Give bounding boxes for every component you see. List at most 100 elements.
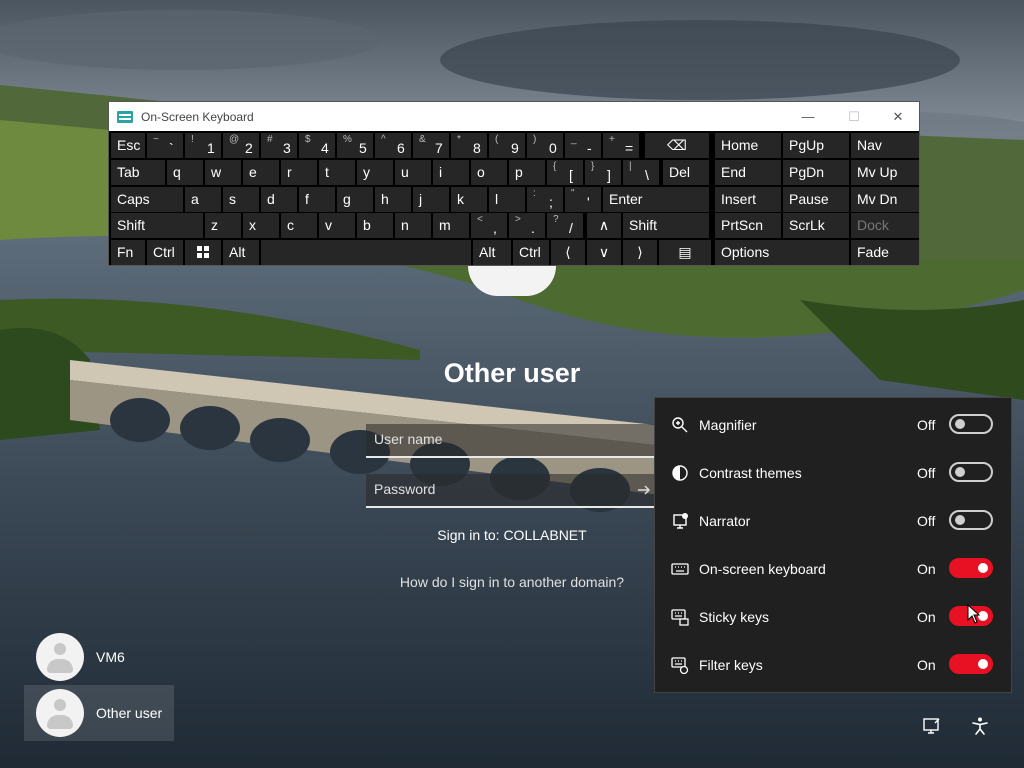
key-q[interactable]: q — [167, 160, 203, 185]
key-p[interactable]: p — [509, 160, 545, 185]
key-row2-sym-2[interactable]: | \ — [623, 160, 659, 185]
key-row1-11[interactable]: _ - — [565, 133, 601, 158]
key-arrow-down[interactable]: ∨ — [587, 240, 621, 265]
key-dock[interactable]: Dock — [851, 213, 919, 238]
key-l[interactable]: l — [489, 187, 525, 212]
key-ctrl-left[interactable]: Ctrl — [147, 240, 183, 265]
a11y-row-on-screen-keyboard[interactable]: On-screen keyboard On — [655, 544, 1011, 592]
key-o[interactable]: o — [471, 160, 507, 185]
key-row3-sym-1[interactable]: " ' — [565, 187, 601, 212]
key-g[interactable]: g — [337, 187, 373, 212]
key-space[interactable] — [261, 240, 471, 265]
key-u[interactable]: u — [395, 160, 431, 185]
key-b[interactable]: b — [357, 213, 393, 238]
key-j[interactable]: j — [413, 187, 449, 212]
key-row1-7[interactable]: & 7 — [413, 133, 449, 158]
key-w[interactable]: w — [205, 160, 241, 185]
key-ctrl-right[interactable]: Ctrl — [513, 240, 549, 265]
key-row1-3[interactable]: #3 — [261, 133, 297, 158]
close-button[interactable]: ✕ — [875, 102, 921, 131]
key-z[interactable]: z — [205, 213, 241, 238]
key-row4-sym-1[interactable]: >. — [509, 213, 545, 238]
user-tile-other-user[interactable]: Other user — [24, 685, 174, 741]
key-arrow-up[interactable]: ∧ — [587, 213, 621, 238]
submit-arrow-icon[interactable] — [634, 480, 654, 500]
key-arrow-left[interactable]: ⟨ — [551, 240, 585, 265]
key-row1-10[interactable]: ) 0 — [527, 133, 563, 158]
password-field[interactable] — [366, 474, 660, 508]
key-row3-sym-0[interactable]: :; — [527, 187, 563, 212]
key-k[interactable]: k — [451, 187, 487, 212]
username-field[interactable] — [366, 424, 660, 458]
key-mvup[interactable]: Mv Up — [851, 160, 919, 185]
key-row1-12[interactable]: + = — [603, 133, 639, 158]
magnifier-toggle[interactable] — [949, 414, 993, 434]
key-h[interactable]: h — [375, 187, 411, 212]
key-fn[interactable]: Fn — [111, 240, 145, 265]
maximize-button[interactable]: ☐ — [831, 102, 877, 131]
a11y-row-filter-keys[interactable]: Filter keys On — [655, 640, 1011, 688]
accessibility-icon[interactable] — [970, 716, 990, 736]
key-options[interactable]: Options — [715, 240, 849, 265]
username-input[interactable] — [374, 431, 634, 447]
key-pgup[interactable]: PgUp — [783, 133, 849, 158]
minimize-button[interactable]: — — [785, 102, 831, 131]
key-y[interactable]: y — [357, 160, 393, 185]
key-i[interactable]: i — [433, 160, 469, 185]
key-row1-4[interactable]: $4 — [299, 133, 335, 158]
filter-keys-toggle[interactable] — [949, 654, 993, 674]
key-pgdn[interactable]: PgDn — [783, 160, 849, 185]
key-prtscn[interactable]: PrtScn — [715, 213, 781, 238]
network-icon[interactable] — [922, 716, 942, 736]
key-e[interactable]: e — [243, 160, 279, 185]
key-row4-sym-0[interactable]: <, — [471, 213, 507, 238]
key-insert[interactable]: Insert — [715, 187, 781, 212]
key-v[interactable]: v — [319, 213, 355, 238]
user-tile-vm6[interactable]: VM6 — [24, 629, 174, 685]
osk-titlebar[interactable]: On-Screen Keyboard — ☐ ✕ — [109, 102, 919, 131]
key-row1-5[interactable]: % 5 — [337, 133, 373, 158]
a11y-row-magnifier[interactable]: Magnifier Off — [655, 400, 1011, 448]
key-menu[interactable]: ▤ — [659, 240, 711, 265]
key-row1-0[interactable]: ~ ` — [147, 133, 183, 158]
key-alt-left[interactable]: Alt — [223, 240, 259, 265]
key-windows[interactable] — [185, 240, 221, 265]
key-arrow-right[interactable]: ⟩ — [623, 240, 657, 265]
key-mvdn[interactable]: Mv Dn — [851, 187, 919, 212]
key-m[interactable]: m — [433, 213, 469, 238]
key-tab[interactable]: Tab — [111, 160, 165, 185]
key-s[interactable]: s — [223, 187, 259, 212]
key-shift-left[interactable]: Shift — [111, 213, 203, 238]
key-pause[interactable]: Pause — [783, 187, 849, 212]
key-backspace[interactable]: ⌫ — [645, 133, 709, 158]
key-c[interactable]: c — [281, 213, 317, 238]
on-screen-keyboard-toggle[interactable] — [949, 558, 993, 578]
key-row1-2[interactable]: @2 — [223, 133, 259, 158]
key-nav[interactable]: Nav — [851, 133, 919, 158]
key-row1-1[interactable]: ! 1 — [185, 133, 221, 158]
key-row1-6[interactable]: ^ 6 — [375, 133, 411, 158]
key-f[interactable]: f — [299, 187, 335, 212]
password-input[interactable] — [374, 481, 634, 497]
key-r[interactable]: r — [281, 160, 317, 185]
key-caps[interactable]: Caps — [111, 187, 183, 212]
key-scrlk[interactable]: ScrLk — [783, 213, 849, 238]
key-end[interactable]: End — [715, 160, 781, 185]
key-n[interactable]: n — [395, 213, 431, 238]
key-a[interactable]: a — [185, 187, 221, 212]
a11y-row-narrator[interactable]: Narrator Off — [655, 496, 1011, 544]
key-shift-right[interactable]: Shift — [623, 213, 709, 238]
key-del[interactable]: Del — [663, 160, 709, 185]
a11y-row-sticky-keys[interactable]: Sticky keys On — [655, 592, 1011, 640]
key-alt-right[interactable]: Alt — [473, 240, 511, 265]
key-esc[interactable]: Esc — [111, 133, 145, 158]
key-row1-9[interactable]: (9 — [489, 133, 525, 158]
narrator-toggle[interactable] — [949, 510, 993, 530]
a11y-row-contrast-themes[interactable]: Contrast themes Off — [655, 448, 1011, 496]
key-fade[interactable]: Fade — [851, 240, 919, 265]
key-row4-sym-2[interactable]: ? / — [547, 213, 583, 238]
key-t[interactable]: t — [319, 160, 355, 185]
contrast-themes-toggle[interactable] — [949, 462, 993, 482]
key-row2-sym-0[interactable]: {[ — [547, 160, 583, 185]
key-enter[interactable]: Enter — [603, 187, 709, 212]
